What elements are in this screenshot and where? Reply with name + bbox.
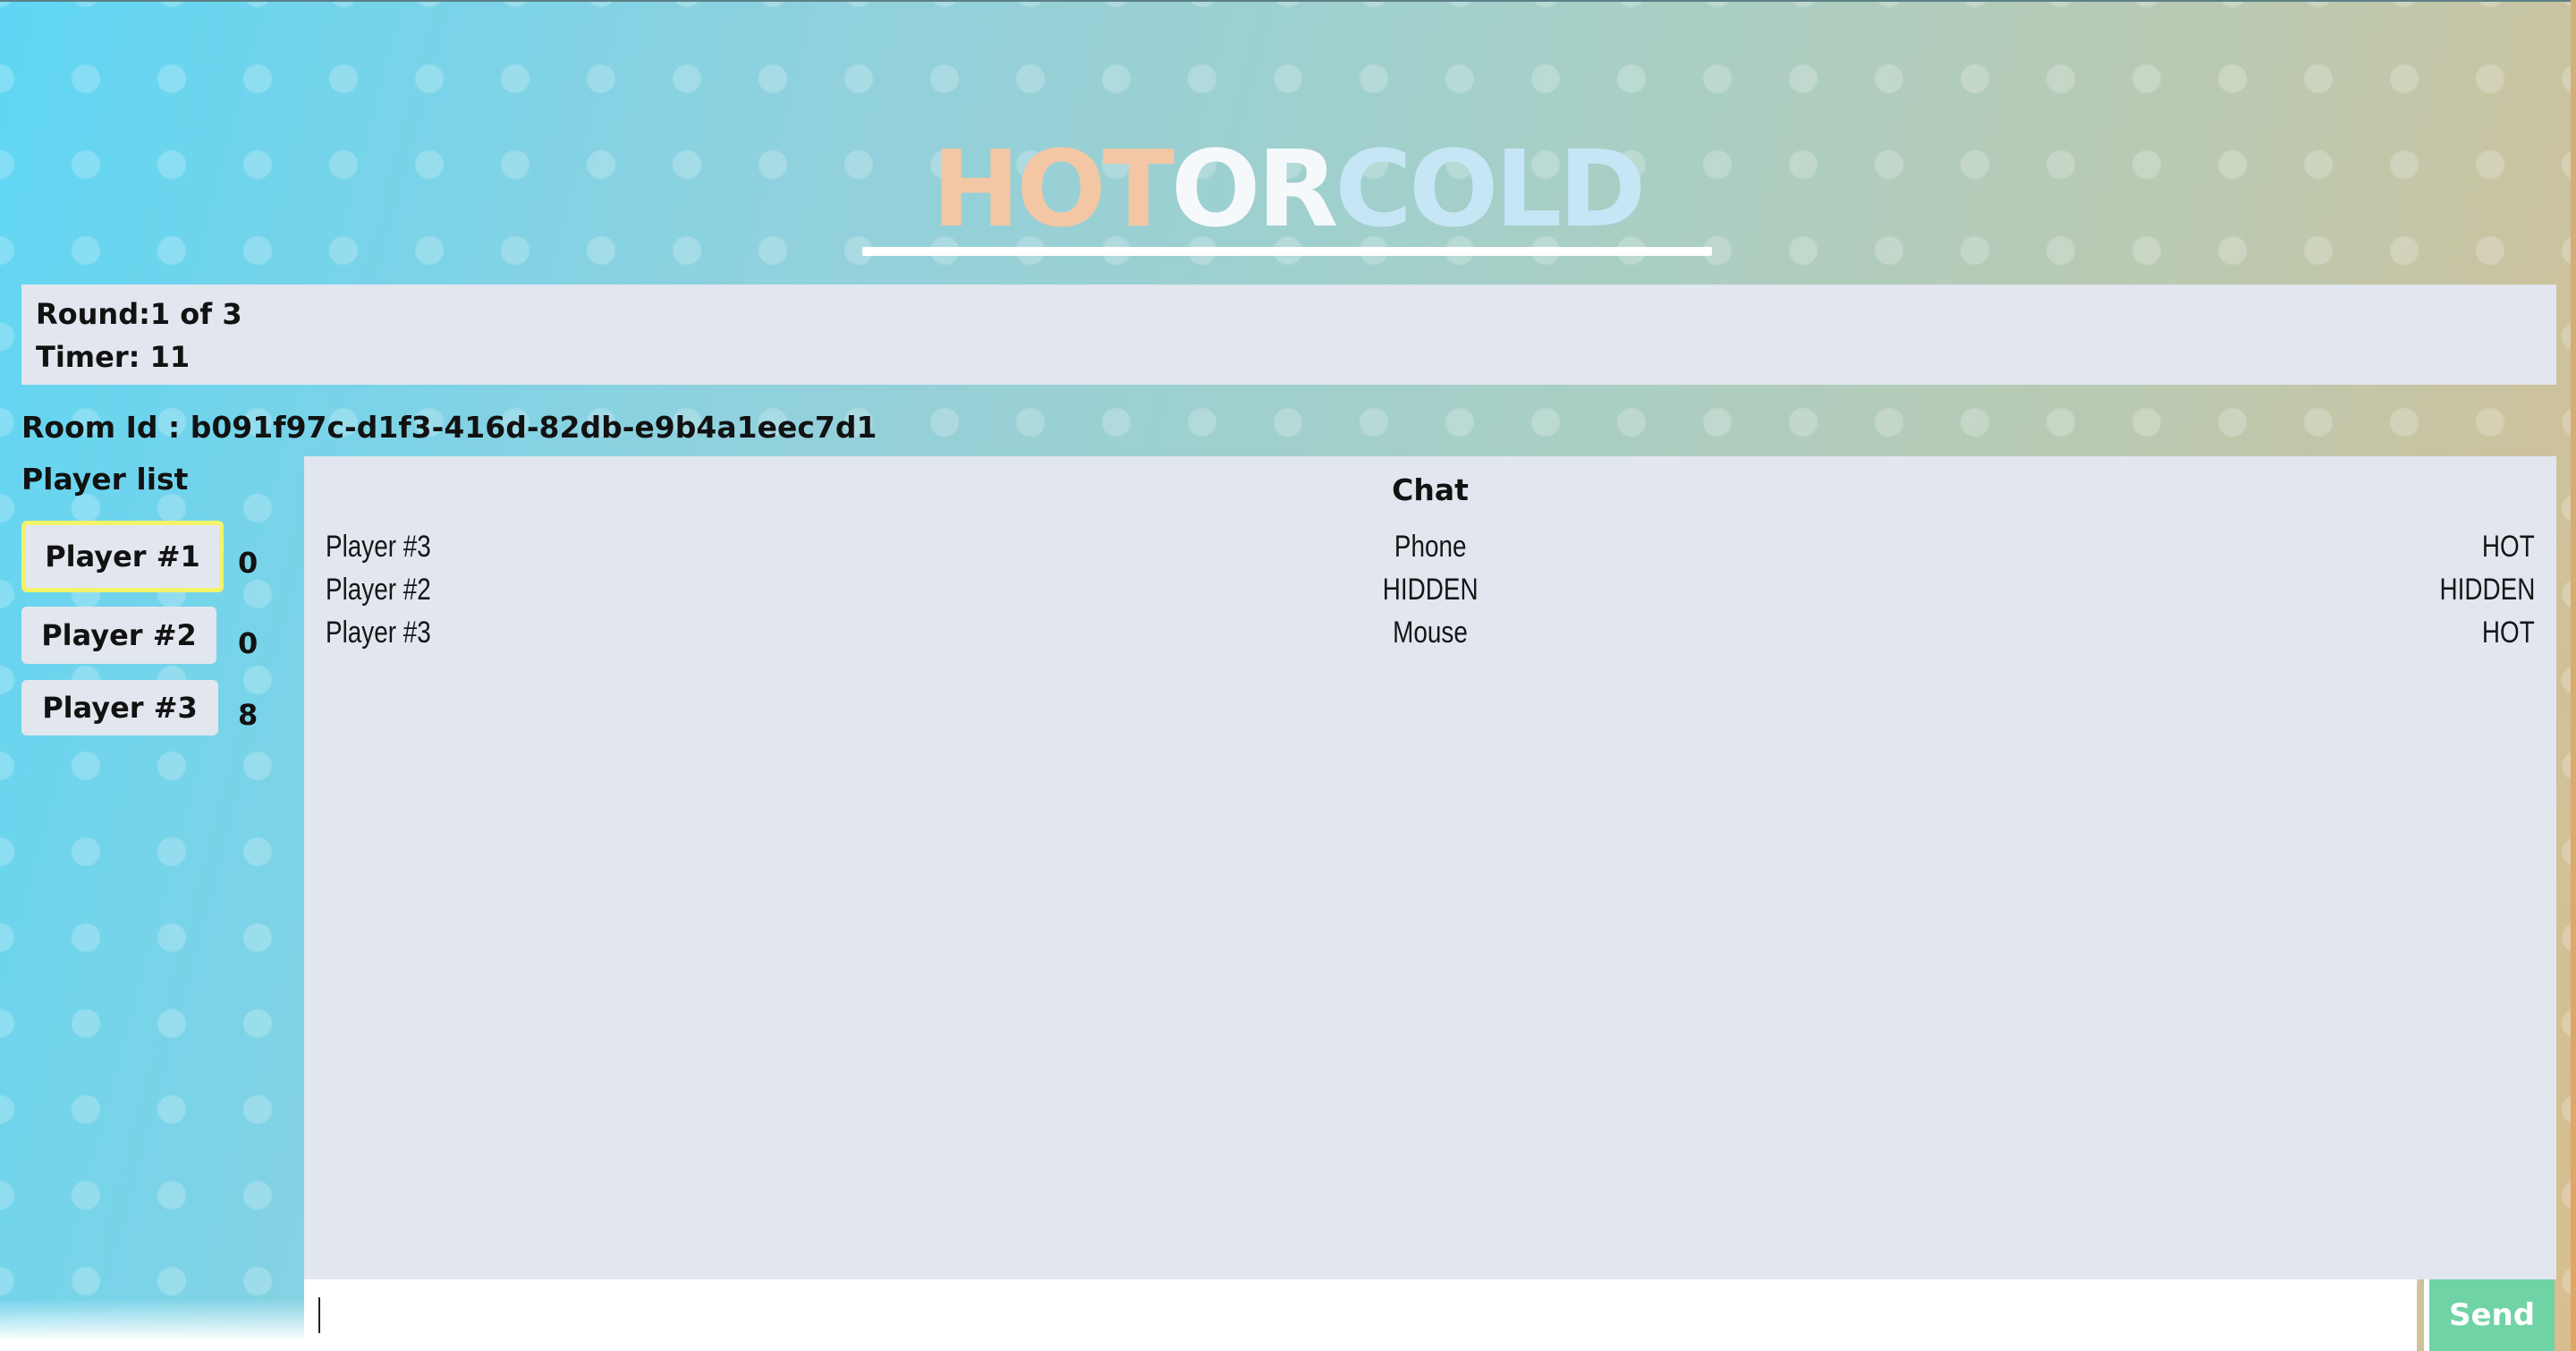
player-list-title: Player list bbox=[21, 462, 189, 497]
text-caret bbox=[318, 1297, 320, 1333]
logo-underline bbox=[862, 247, 1712, 256]
room-id: Room Id : b091f97c-d1f3-416d-82db-e9b4a1… bbox=[21, 410, 877, 445]
round-indicator: Round:1 of 3 bbox=[36, 297, 242, 331]
chat-input[interactable] bbox=[304, 1279, 2417, 1351]
round-status-panel: Round:1 of 3 Timer: 11 bbox=[21, 285, 2556, 385]
player-score-2: 0 bbox=[238, 626, 258, 660]
chat-panel: Chat Player #3 Phone HOT Player #2 HIDDE… bbox=[304, 456, 2556, 1279]
chat-message: Player #2 HIDDEN HIDDEN bbox=[326, 573, 2535, 614]
logo-cold: COLD bbox=[1335, 127, 1646, 251]
bottom-fade bbox=[0, 1299, 304, 1351]
chat-message-text: HIDDEN bbox=[1382, 573, 1479, 607]
chat-message: Player #3 Phone HOT bbox=[326, 530, 2535, 571]
right-edge bbox=[2571, 0, 2576, 1351]
chat-message-status: HOT bbox=[2482, 530, 2535, 564]
chat-message: Player #3 Mouse HOT bbox=[326, 616, 2535, 657]
logo: HOTORCOLD bbox=[862, 134, 1712, 261]
chat-message-text: Mouse bbox=[1393, 616, 1468, 650]
chat-title: Chat bbox=[1392, 472, 1469, 507]
player-button-2[interactable]: Player #2 bbox=[21, 607, 216, 664]
player-button-3[interactable]: Player #3 bbox=[21, 680, 218, 735]
top-border bbox=[0, 0, 2576, 2]
player-score-3: 8 bbox=[238, 698, 258, 732]
logo-or: OR bbox=[1171, 127, 1338, 251]
player-score-1: 0 bbox=[238, 546, 258, 580]
chat-message-status: HIDDEN bbox=[2439, 573, 2535, 607]
chat-message-status: HOT bbox=[2482, 616, 2535, 650]
send-button[interactable]: Send bbox=[2424, 1279, 2555, 1351]
chat-message-text: Phone bbox=[1394, 530, 1467, 564]
timer-indicator: Timer: 11 bbox=[36, 340, 191, 374]
logo-hot: HOT bbox=[931, 127, 1175, 251]
logo-text: HOTORCOLD bbox=[862, 134, 1712, 243]
player-button-1[interactable]: Player #1 bbox=[21, 521, 224, 592]
